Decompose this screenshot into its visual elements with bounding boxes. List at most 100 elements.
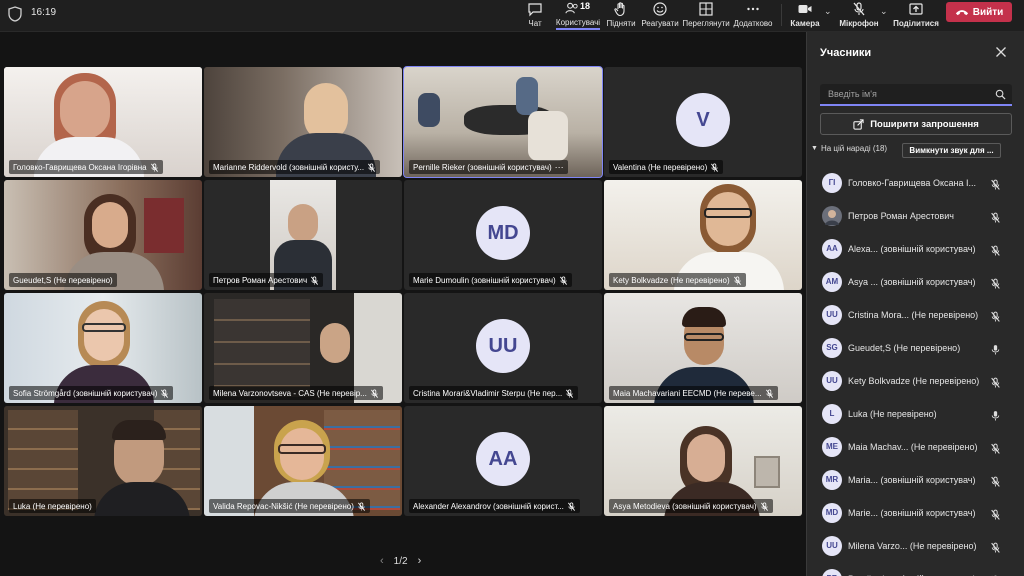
mic-options-chevron-icon[interactable]: ⌄	[880, 6, 888, 17]
more-options-icon[interactable]: ···	[555, 162, 564, 172]
camera-icon	[798, 5, 812, 13]
participant-tile[interactable]: Valida Repovac-Nikšić (Не перевірено)	[204, 406, 402, 516]
participant-tile[interactable]: Петров Роман Арестович	[204, 180, 402, 290]
in-meeting-section-toggle[interactable]: ▼ На цій нараді (18)	[811, 144, 887, 153]
participant-name: Marie... (зовнішній користувач)	[848, 507, 976, 518]
mic-off-icon	[150, 162, 158, 172]
previous-page-icon[interactable]: ‹	[380, 555, 384, 567]
tile-name-tag: Asya Metodieva (зовнішній користувач)	[609, 499, 773, 513]
avatar: SG	[822, 337, 842, 358]
participant-row[interactable]: ME Maia Machav... (Не перевірено)	[807, 430, 1024, 463]
mic-off-icon	[990, 441, 1001, 454]
participant-name: Maria... (зовнішній користувач)	[848, 474, 976, 485]
tile-name-tag: Cristina Morari&Vladimir Sterpu (Не пер.…	[409, 386, 579, 400]
tile-name: Maia Machavariani EECMD (Не переве...	[613, 388, 762, 398]
participant-row[interactable]: SG Gueudet,S (Не перевірено)	[807, 331, 1024, 364]
mic-off-icon	[990, 375, 1001, 388]
participant-tile[interactable]: Sofia Strömgård (зовнішній користувач)	[4, 293, 202, 403]
participant-tile[interactable]: Головко-Гаврищева Оксана Ігорівна	[4, 67, 202, 177]
search-icon[interactable]	[995, 89, 1006, 100]
view-label: Переглянути	[682, 19, 730, 28]
participant-tile[interactable]: Milena Varzonovtseva - CAS (Не перевір..…	[204, 293, 402, 403]
mic-off-icon	[161, 388, 169, 398]
tile-name-tag: Valida Repovac-Nikšić (Не перевірено)	[209, 499, 370, 513]
avatar: AA	[822, 238, 842, 259]
participant-row[interactable]: MD Marie... (зовнішній користувач)	[807, 496, 1024, 529]
leave-label: Вийти	[972, 6, 1004, 18]
section-label: На цій нараді (18)	[820, 144, 888, 153]
more-button[interactable]: Додатково	[733, 0, 773, 30]
participant-row[interactable]: UU Milena Varzo... (Не перевірено)	[807, 529, 1024, 562]
tile-name: Петров Роман Арестович	[213, 275, 308, 285]
tile-name: Valentina (Не перевірено)	[613, 162, 708, 172]
search-input[interactable]	[820, 84, 980, 104]
view-button[interactable]: Переглянути	[682, 0, 730, 30]
participant-tile[interactable]: V Valentina (Не перевірено)	[604, 67, 802, 177]
participant-tile[interactable]: Marianne Riddervold (зовнішній користу..…	[204, 67, 402, 177]
raise-label: Підняти	[606, 19, 636, 28]
participant-name: Cristina Mora... (Не перевірено)	[848, 309, 979, 320]
camera-button[interactable]: Камера	[790, 0, 820, 30]
chat-icon	[528, 3, 542, 17]
participant-tile[interactable]: Luka (Не перевірено)	[4, 406, 202, 516]
participant-name: Головко-Гаврищева Оксана І...	[848, 177, 976, 188]
avatar: L	[822, 403, 842, 424]
smile-icon	[653, 2, 667, 16]
tile-name: Marie Dumoulin (зовнішній користувач)	[413, 275, 556, 285]
participant-tile[interactable]: Kety Bolkvadze (Не перевірено)	[604, 180, 802, 290]
tile-name-tag: Marie Dumoulin (зовнішній користувач)	[409, 273, 572, 287]
people-button[interactable]: 18 Користувачі	[555, 0, 601, 30]
panel-title: Учасники	[820, 47, 872, 59]
participant-name: Alexa... (зовнішній користувач)	[848, 243, 976, 254]
participant-row[interactable]: MR Maria... (зовнішній користувач)	[807, 463, 1024, 496]
participant-row[interactable]: UU Kety Bolkvadze (Не перевірено)	[807, 364, 1024, 397]
participant-tile[interactable]: AA Alexander Alexandrov (зовнішній корис…	[404, 406, 602, 516]
camera-label: Камера	[790, 19, 820, 28]
camera-options-chevron-icon[interactable]: ⌄	[824, 6, 832, 17]
tile-name-tag: Alexander Alexandrov (зовнішній корист..…	[409, 499, 580, 513]
participant-row[interactable]: AA Alexa... (зовнішній користувач)	[807, 232, 1024, 265]
chat-button[interactable]: Чат	[523, 0, 547, 30]
mic-label: Мікрофон	[839, 19, 879, 28]
participant-row[interactable]: UU Cristina Mora... (Не перевірено)	[807, 298, 1024, 331]
mic-off-icon	[368, 162, 376, 172]
tile-name: Cristina Morari&Vladimir Sterpu (Не пер.…	[413, 388, 563, 398]
share-invite-button[interactable]: Поширити запрошення	[820, 113, 1012, 135]
participant-row[interactable]: PRPernil... (зовнішній користувач)	[807, 562, 1024, 576]
participant-tile[interactable]: Maia Machavariani EECMD (Не переве...	[604, 293, 802, 403]
mic-on-icon	[990, 342, 1001, 355]
mute-all-button[interactable]: Вимкнути звук для ...	[902, 143, 1001, 158]
mic-off-icon	[559, 275, 567, 285]
participant-row[interactable]: Петров Роман Арестович	[807, 199, 1024, 232]
participant-name: Петров Роман Арестович	[848, 210, 954, 221]
avatar: ГІ	[822, 172, 842, 193]
participant-name: Gueudet,S (Не перевірено)	[848, 342, 961, 353]
people-count: 18	[580, 1, 591, 11]
tile-name: Valida Repovac-Nikšić (Не перевірено)	[213, 501, 354, 511]
participant-row[interactable]: AM Asya ... (зовнішній користувач)	[807, 265, 1024, 298]
participant-tile[interactable]: Gueudet,S (Не перевірено)	[4, 180, 202, 290]
raise-hand-button[interactable]: Підняти	[606, 0, 636, 30]
avatar: MD	[476, 206, 530, 260]
avatar	[822, 205, 842, 226]
participant-tile[interactable]: MD Marie Dumoulin (зовнішній користувач)	[404, 180, 602, 290]
participant-tile[interactable]: UU Cristina Morari&Vladimir Sterpu (Не п…	[404, 293, 602, 403]
participant-row[interactable]: L Luka (Не перевірено)	[807, 397, 1024, 430]
participant-tile[interactable]: Asya Metodieva (зовнішній користувач)	[604, 406, 802, 516]
next-page-icon[interactable]: ›	[418, 555, 422, 567]
mic-off-icon	[311, 275, 319, 285]
tile-name: Головко-Гаврищева Оксана Ігорівна	[13, 162, 147, 172]
participant-tile[interactable]: Pernille Rieker (зовнішній користувач) ··…	[403, 66, 603, 178]
tile-name: Milena Varzonovtseva - CAS (Не перевір..…	[213, 388, 367, 398]
share-button[interactable]: Поділитися	[893, 0, 939, 30]
tile-name-tag: Luka (Не перевірено)	[9, 499, 96, 513]
react-button[interactable]: Реагувати	[641, 0, 679, 30]
avatar: ME	[822, 436, 842, 457]
mic-on-icon	[990, 408, 1001, 421]
close-icon[interactable]	[995, 46, 1007, 58]
avatar: MD	[822, 502, 842, 523]
participant-row[interactable]: ГІ Головко-Гаврищева Оксана І...	[807, 166, 1024, 199]
microphone-button[interactable]: Мікрофон	[839, 0, 879, 30]
tile-name-tag: Maia Machavariani EECMD (Не переве...	[609, 386, 778, 400]
leave-button[interactable]: Вийти	[946, 2, 1012, 22]
